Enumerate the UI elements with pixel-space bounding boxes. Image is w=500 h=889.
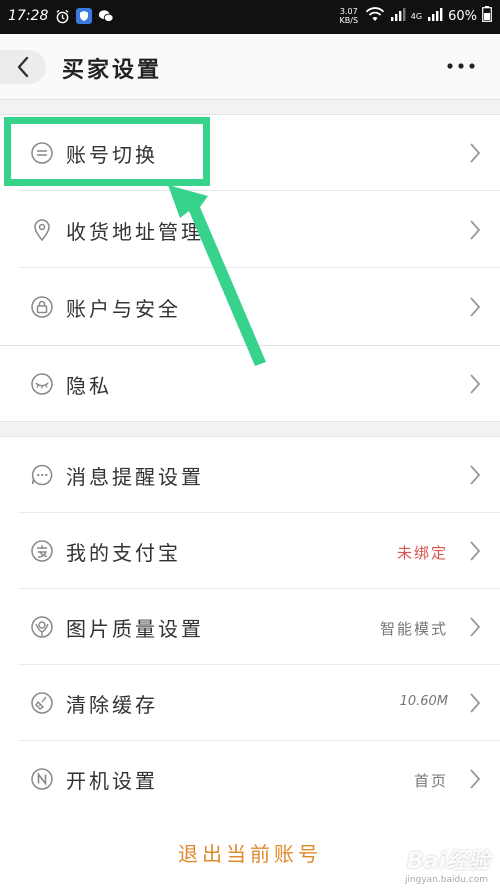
status-bar-right: 3.07 KB/S 4G 60%: [338, 6, 492, 26]
row-label: 收货地址管理: [66, 220, 204, 244]
nav-bar: 买家设置: [0, 34, 500, 100]
chevron-right-icon: [470, 297, 481, 317]
more-dots-icon: [447, 63, 475, 69]
row-label: 消息提醒设置: [66, 465, 204, 489]
highlight-box: [4, 117, 210, 186]
chevron-right-icon: [470, 220, 481, 240]
chevron-left-icon: [17, 56, 29, 78]
row-label: 图片质量设置: [66, 617, 204, 641]
row-label: 开机设置: [66, 769, 158, 793]
back-button[interactable]: [0, 50, 46, 84]
status-bar-left: 17:28: [8, 8, 114, 24]
chevron-right-icon: [470, 769, 481, 789]
boot-setting-icon: [31, 768, 53, 790]
net-speed: 3.07 KB/S: [338, 7, 360, 25]
chevron-right-icon: [470, 374, 481, 394]
row-label: 清除缓存: [66, 693, 158, 717]
alipay-icon: [31, 540, 53, 562]
net-speed-value: 3.07: [339, 7, 358, 16]
row-label: 账户与安全: [66, 297, 181, 321]
row-account-security[interactable]: 账户与安全: [0, 269, 500, 345]
cache-size-value: 10.60M: [399, 694, 448, 709]
alipay-status: 未绑定: [396, 544, 448, 562]
wechat-icon: [98, 8, 114, 24]
location-pin-icon: [34, 219, 50, 242]
row-image-quality[interactable]: 图片质量设置 智能模式: [0, 589, 500, 665]
wifi-icon: [365, 6, 385, 26]
chevron-right-icon: [470, 465, 481, 485]
message-bubble-icon: [31, 464, 53, 486]
chevron-right-icon: [470, 541, 481, 561]
row-label: 我的支付宝: [66, 541, 181, 565]
page-title: 买家设置: [62, 58, 163, 83]
boot-setting-value: 首页: [413, 772, 448, 790]
status-bar: 17:28 3.07 KB/S 4G 60%: [0, 0, 500, 34]
more-options-button[interactable]: [444, 56, 478, 76]
chevron-right-icon: [470, 617, 481, 637]
image-quality-value: 智能模式: [379, 620, 448, 638]
row-privacy[interactable]: 隐私: [0, 346, 500, 422]
row-boot-setting[interactable]: 开机设置 首页: [0, 741, 500, 817]
settings-group-privacy: 隐私: [0, 345, 500, 422]
battery-icon: [482, 6, 492, 26]
closed-eye-icon: [31, 373, 53, 395]
shield-app-icon: [76, 8, 93, 24]
row-alipay[interactable]: 我的支付宝 未绑定: [0, 513, 500, 589]
row-label: 隐私: [66, 374, 112, 398]
battery-text: 60%: [448, 8, 477, 24]
watermark-domain: jingyan.baidu.com: [404, 875, 488, 885]
clear-cache-icon: [31, 692, 53, 714]
alarm-icon: [54, 8, 70, 24]
chevron-right-icon: [470, 143, 481, 163]
watermark-logo: Bai经验: [406, 849, 490, 874]
net-type: 4G: [410, 11, 423, 21]
row-shipping-address[interactable]: 收货地址管理: [0, 192, 500, 268]
signal-icon-2: [427, 7, 443, 26]
divider: [18, 190, 500, 191]
divider: [18, 267, 500, 268]
row-clear-cache[interactable]: 清除缓存 10.60M: [0, 665, 500, 741]
signal-icon-1: [390, 7, 406, 26]
lock-icon: [31, 296, 53, 318]
row-message-notify[interactable]: 消息提醒设置: [0, 437, 500, 513]
chevron-right-icon: [470, 693, 481, 713]
status-time: 17:28: [8, 8, 49, 24]
image-quality-icon: [31, 616, 53, 638]
net-speed-unit: KB/S: [339, 16, 359, 25]
settings-group-general: 消息提醒设置 我的支付宝 未绑定 图片质量设置 智能模式 清除缓存 10.60M…: [0, 436, 500, 816]
